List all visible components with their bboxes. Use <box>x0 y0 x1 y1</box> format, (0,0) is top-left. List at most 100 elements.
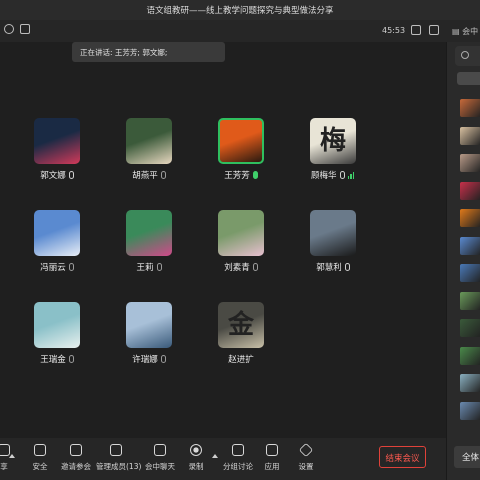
participant-name: 胡燕平 <box>132 171 158 181</box>
apps-icon <box>266 444 278 456</box>
member-list-avatar[interactable] <box>460 154 480 172</box>
participant-tile[interactable]: 王莉 <box>114 210 184 290</box>
meeting-toolbar: 享安全 邀请参会 管理成员(13) 会中聊天 录制 分组讨论 应用 设置 结束会议 <box>0 438 446 480</box>
mic-muted-icon <box>160 355 166 363</box>
chat-tab[interactable]: ▤ 会中 <box>452 26 478 37</box>
participant-name: 郭文娜 <box>40 171 66 181</box>
signal-icon[interactable] <box>20 24 30 34</box>
sidebar-toggle-icon[interactable] <box>429 25 439 35</box>
video-grid: 正在讲话: 王芳芳; 郭文娜; 郭文娜 胡燕平 王芳芳 梅顾梅华冯丽云 王莉 刘素青 郭慧利… <box>0 42 446 438</box>
mic-icon <box>344 263 350 271</box>
mic-icon <box>339 171 345 179</box>
participant-tile[interactable]: 许瑞娜 <box>114 302 184 382</box>
member-list-avatar[interactable] <box>460 99 480 117</box>
chat-icon <box>154 444 166 456</box>
layout-icon[interactable] <box>411 25 421 35</box>
participant-tile[interactable]: 金赵进扩 <box>206 302 276 382</box>
toolbar-label: 设置 <box>298 462 314 471</box>
top-left-icons <box>4 24 30 34</box>
participant-avatar <box>34 210 80 256</box>
member-list-avatar[interactable] <box>460 264 480 282</box>
toolbar-label: 邀请参会 <box>61 462 91 471</box>
speaking-indicator: 正在讲话: 王芳芳; 郭文娜; <box>72 42 225 62</box>
member-list-avatar[interactable] <box>460 236 480 255</box>
participant-tile[interactable]: 王瑞金 <box>22 302 92 382</box>
invite-icon <box>70 444 82 456</box>
shield-icon <box>34 444 46 456</box>
volume-level-icon <box>347 172 356 182</box>
toolbar-button-invite[interactable]: 邀请参会 <box>56 444 96 472</box>
mic-muted-icon <box>156 263 162 271</box>
member-filter[interactable] <box>457 72 480 85</box>
mic-icon <box>252 171 258 179</box>
toolbar-button-chat[interactable]: 会中聊天 <box>140 444 180 472</box>
search-icon <box>461 51 469 59</box>
participant-avatar <box>34 118 80 164</box>
participant-avatar: 金 <box>218 302 264 348</box>
member-list-avatar[interactable] <box>460 126 480 145</box>
settings-icon <box>298 442 314 458</box>
participant-name: 许瑞娜 <box>132 355 158 365</box>
participant-avatar <box>218 118 264 164</box>
chat-icon: ▤ <box>452 27 463 36</box>
avatar-calligraphy: 金 <box>227 310 254 340</box>
avatar-calligraphy: 梅 <box>319 126 346 156</box>
toolbar-label: 管理成员(13) <box>96 462 142 471</box>
participant-tile[interactable]: 郭慧利 <box>298 210 368 290</box>
toolbar-button-record[interactable]: 录制 <box>176 444 216 472</box>
info-icon[interactable] <box>4 24 14 34</box>
participant-name: 王芳芳 <box>224 171 250 181</box>
window-title: 语文组教研——线上教学问题探究与典型做法分享 <box>146 6 334 16</box>
toolbar-button-members[interactable]: 管理成员(13) <box>96 444 142 472</box>
participant-tile[interactable]: 胡燕平 <box>114 118 184 198</box>
share-options-caret[interactable] <box>9 454 15 458</box>
toolbar-button-settings[interactable]: 设置 <box>286 442 326 472</box>
participant-avatar: 梅 <box>310 118 356 164</box>
record-options-caret[interactable] <box>212 454 218 458</box>
end-meeting-button[interactable]: 结束会议 <box>379 446 426 468</box>
participant-avatar <box>34 302 80 348</box>
toolbar-label: 录制 <box>188 462 204 471</box>
mic-icon <box>68 171 74 179</box>
participant-tile[interactable]: 王芳芳 <box>206 118 276 198</box>
participant-tile[interactable]: 梅顾梅华 <box>298 118 368 198</box>
mic-muted-icon <box>160 171 166 179</box>
toolbar-label: 安全 <box>32 462 48 471</box>
member-list-avatar[interactable] <box>460 181 480 200</box>
member-search-input[interactable] <box>455 46 480 66</box>
member-list-avatar[interactable] <box>460 346 480 365</box>
participant-tile[interactable]: 刘素青 <box>206 210 276 290</box>
member-sidebar: 全体 <box>446 42 480 480</box>
mic-muted-icon <box>252 263 258 271</box>
participant-name: 王瑞金 <box>40 355 66 365</box>
member-list-avatar[interactable] <box>460 209 480 227</box>
record-icon <box>190 444 202 456</box>
participant-avatar <box>126 210 172 256</box>
participant-avatar <box>310 210 356 256</box>
mic-muted-icon <box>68 263 74 271</box>
participant-tile[interactable]: 郭文娜 <box>22 118 92 198</box>
breakout-icon <box>232 444 244 456</box>
mic-muted-icon <box>68 355 74 363</box>
mute-all-button[interactable]: 全体 <box>454 446 480 468</box>
title-bar: 语文组教研——线上教学问题探究与典型做法分享 <box>0 0 480 20</box>
participant-name: 郭慧利 <box>316 263 342 273</box>
meeting-timer: 45:53 <box>382 26 406 35</box>
participant-name: 刘素青 <box>224 263 250 273</box>
toolbar-button-shield[interactable]: 安全 <box>20 444 60 472</box>
participant-name: 冯丽云 <box>40 263 66 273</box>
participant-avatar <box>126 118 172 164</box>
member-list-avatar[interactable] <box>460 374 480 392</box>
toolbar-label: 会中聊天 <box>145 462 175 471</box>
member-list-avatar[interactable] <box>460 291 480 310</box>
participant-tile[interactable]: 冯丽云 <box>22 210 92 290</box>
participant-name: 顾梅华 <box>310 171 337 181</box>
member-list-avatar[interactable] <box>460 319 480 337</box>
members-icon <box>110 444 122 456</box>
participant-avatar <box>126 302 172 348</box>
participant-name: 赵进扩 <box>228 355 254 365</box>
participant-avatar <box>218 210 264 256</box>
meeting-top-bar: 45:53 ▤ 会中 <box>0 20 480 42</box>
member-list-avatar[interactable] <box>460 401 480 420</box>
participant-name: 王莉 <box>136 263 154 273</box>
